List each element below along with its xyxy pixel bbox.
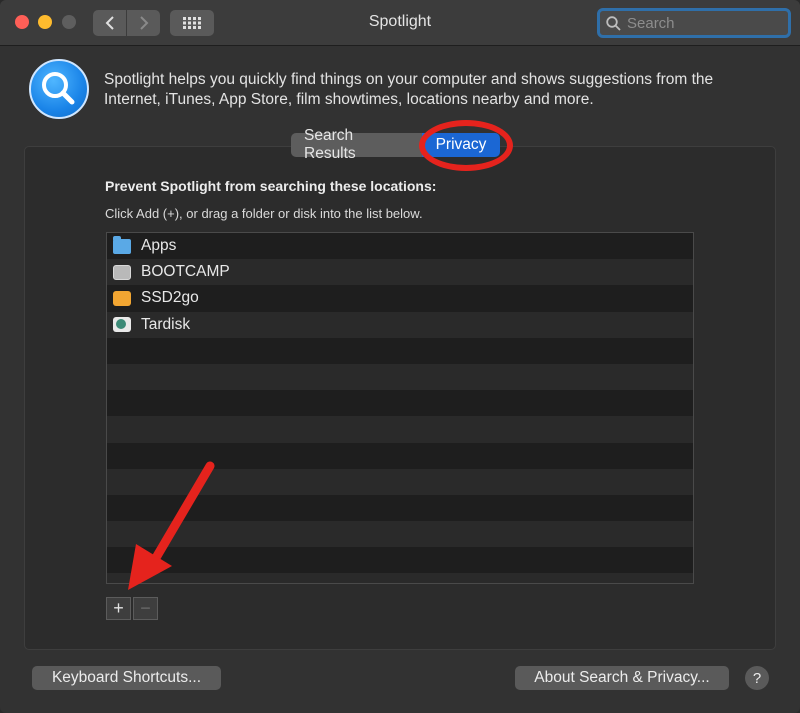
title-bar: Spotlight [0,0,800,46]
list-item[interactable]: SSD2go [107,285,693,312]
list-item[interactable]: Apps [107,233,693,260]
help-button[interactable]: ? [745,666,769,690]
time-machine-disk-icon [113,317,131,333]
annotation-arrow-icon [128,461,215,590]
annotation-circle [419,120,513,171]
location-name: Tardisk [141,315,191,333]
location-name: BOOTCAMP [141,263,230,281]
location-name: SSD2go [141,289,199,307]
privacy-instructions: Click Add (+), or drag a folder or disk … [105,206,423,221]
location-name: Apps [141,237,177,255]
remove-location-button[interactable]: − [133,597,158,620]
keyboard-shortcuts-button[interactable]: Keyboard Shortcuts... [32,666,221,690]
search-icon [606,15,621,31]
tab-search-results[interactable]: Search Results [291,127,422,162]
list-item[interactable]: BOOTCAMP [107,259,693,286]
search-field[interactable] [597,8,791,38]
internal-disk-icon [113,264,131,280]
empty-row [107,337,693,364]
list-item[interactable]: Tardisk [107,311,693,338]
spotlight-description: Spotlight helps you quickly find things … [104,71,714,108]
spotlight-preferences-window: Spotlight Spotlight helps you quickly fi… [0,0,800,713]
magnifier-icon [42,72,75,105]
about-search-privacy-button[interactable]: About Search & Privacy... [515,666,729,690]
empty-row [107,416,693,443]
search-input[interactable] [627,14,777,32]
external-disk-icon [113,290,131,306]
privacy-heading: Prevent Spotlight from searching these l… [105,178,437,194]
add-location-button[interactable]: + [106,597,131,620]
empty-row [107,390,693,417]
empty-row [107,363,693,391]
spotlight-app-icon [29,59,89,119]
folder-icon [113,235,131,254]
